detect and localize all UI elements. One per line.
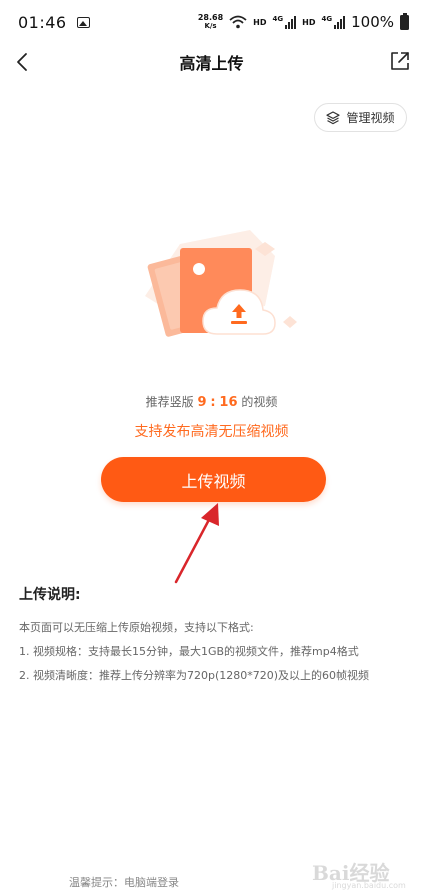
wifi-icon <box>229 15 247 29</box>
battery-percent: 100% <box>351 13 394 31</box>
upload-instructions: 上传说明: 本页面可以无压缩上传原始视频，支持以下格式: 1. 视频规格：支持最… <box>19 584 409 694</box>
hd-support-text: 支持发布高清无压缩视频 <box>134 424 289 440</box>
network-type-2: 4G <box>321 15 333 23</box>
ratio-width: 9 <box>197 395 207 410</box>
external-share-icon <box>391 52 409 70</box>
manage-videos-button[interactable]: 管理视频 <box>314 103 407 132</box>
upload-illustration <box>145 230 297 337</box>
gallery-notification-icon <box>76 16 90 28</box>
signal-strength-icon-1: 4G <box>273 15 297 29</box>
recommended-ratio-text: 推荐竖版 9 : 16 的视频 <box>0 393 423 410</box>
ratio-prefix: 推荐竖版 <box>145 395 194 409</box>
manage-videos-label: 管理视频 <box>346 111 395 125</box>
instructions-line: 1. 视频规格：支持最长15分钟，最大1GB的视频文件，推荐mp4格式 <box>19 645 359 658</box>
baidu-jingyan-watermark: Bai经验 jingyan.baidu.com <box>302 843 412 893</box>
instructions-line: 2. 视频清晰度：推荐上传分辨率为720p(1280*720)及以上的60帧视频 <box>19 669 370 682</box>
bottom-tip: 温馨提示：电脑端登录 <box>69 876 179 889</box>
network-type-1: 4G <box>272 15 284 23</box>
signal-strength-icon-2: 4G <box>321 15 346 29</box>
nav-bar: 高清上传 <box>0 44 423 80</box>
page-title: 高清上传 <box>179 54 244 73</box>
instructions-title: 上传说明: <box>19 587 81 603</box>
status-time: 01:46 <box>18 12 67 32</box>
status-bar: 01:46 28.68 K/s HD 4G HD 4G 100% <box>0 0 423 44</box>
instructions-line: 本页面可以无压缩上传原始视频，支持以下格式: <box>19 621 254 634</box>
ratio-height: 16 <box>219 395 238 410</box>
share-button[interactable] <box>387 48 413 74</box>
status-right: 28.68 K/s HD 4G HD 4G 100% <box>197 12 409 31</box>
ratio-suffix: 的视频 <box>241 395 278 409</box>
ratio-separator: : <box>210 395 216 410</box>
hd-badge-2: HD <box>302 17 316 27</box>
hd-badge-1: HD <box>253 17 267 27</box>
annotation-arrow-icon <box>174 503 219 584</box>
network-speed-unit: K/s <box>204 22 217 30</box>
network-speed-value: 28.68 <box>197 13 224 22</box>
watermark-url: jingyan.baidu.com <box>332 881 406 890</box>
upload-video-button[interactable]: 上传视频 <box>101 457 326 502</box>
network-speed: 28.68 K/s <box>197 13 224 31</box>
battery-icon <box>400 12 409 30</box>
status-left: 01:46 <box>18 13 90 32</box>
layers-icon <box>326 110 341 124</box>
